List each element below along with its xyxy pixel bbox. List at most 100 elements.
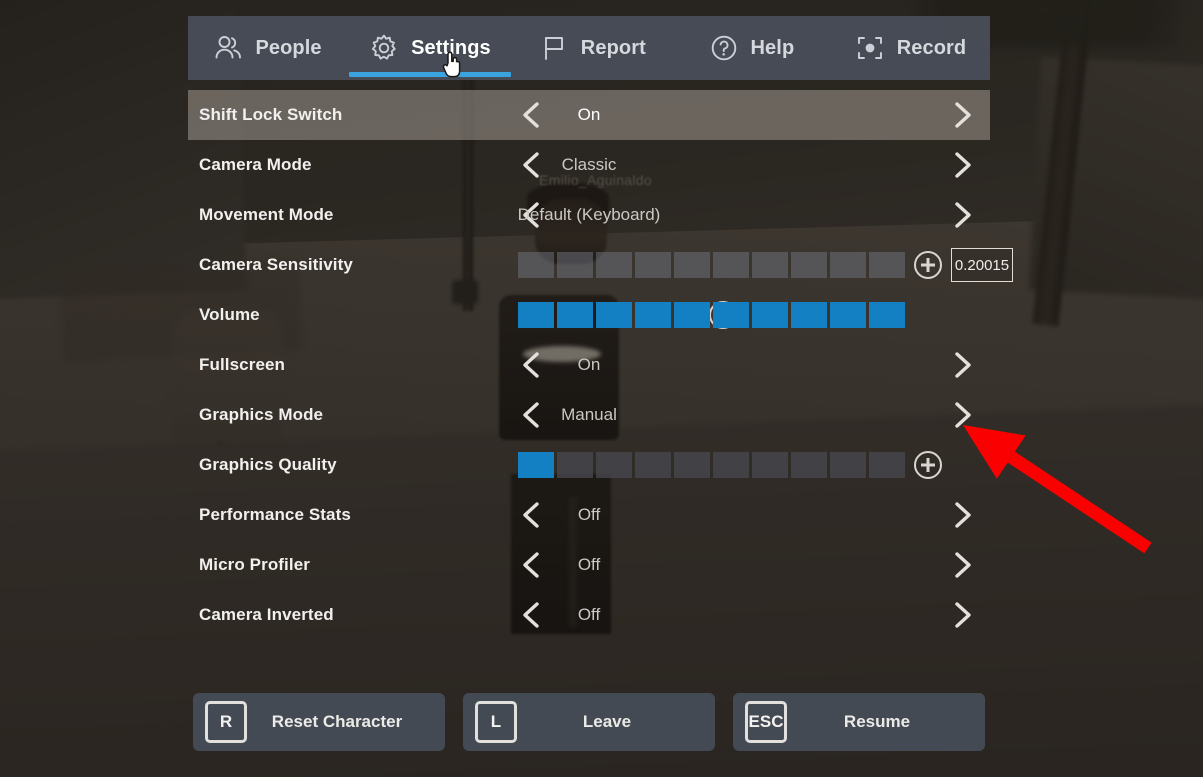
leave-label: Leave bbox=[582, 712, 632, 731]
camera-sensitivity-segment[interactable] bbox=[869, 252, 905, 278]
camera-inverted-decrease-chevron[interactable] bbox=[515, 598, 549, 632]
tab-report[interactable]: Report bbox=[513, 16, 672, 80]
settings-row-shift-lock-switch: Shift Lock Switch On bbox=[188, 90, 990, 140]
camera-sensitivity-segment[interactable] bbox=[635, 252, 671, 278]
tab-label: People bbox=[255, 36, 322, 59]
shift-lock-switch-increase-chevron[interactable] bbox=[945, 98, 979, 132]
performance-stats-increase-chevron[interactable] bbox=[945, 498, 979, 532]
camera-sensitivity-segment[interactable] bbox=[674, 252, 710, 278]
graphics-quality-segment[interactable] bbox=[830, 452, 866, 478]
graphics-quality-slider bbox=[518, 451, 942, 479]
settings-row-camera-inverted: Camera Inverted Off bbox=[188, 590, 990, 640]
tab-label: Report bbox=[580, 36, 646, 59]
volume-slider bbox=[518, 302, 905, 328]
settings-row-volume: Volume bbox=[188, 290, 990, 340]
movement-mode-decrease-chevron[interactable] bbox=[515, 198, 549, 232]
row-label: Volume bbox=[199, 305, 260, 324]
gear-icon bbox=[372, 34, 396, 60]
tab-record[interactable]: Record bbox=[831, 16, 990, 80]
volume-segment[interactable] bbox=[791, 302, 827, 328]
reset-character-button[interactable]: R Reset Character bbox=[193, 693, 445, 751]
row-label: Movement Mode bbox=[199, 205, 334, 224]
leave-keycap: L bbox=[475, 701, 517, 743]
camera-inverted-increase-chevron[interactable] bbox=[945, 598, 979, 632]
row-label: Micro Profiler bbox=[199, 555, 310, 574]
camera-sensitivity-segment[interactable] bbox=[518, 252, 554, 278]
volume-segment[interactable] bbox=[674, 302, 710, 328]
fullscreen-decrease-chevron[interactable] bbox=[515, 348, 549, 382]
row-label: Camera Mode bbox=[199, 155, 312, 174]
camera-sensitivity-segment[interactable] bbox=[752, 252, 788, 278]
in-game-menu-panel: People Settings Report Help Record Shift Loc… bbox=[188, 16, 1013, 761]
reset-character-label: Reset Character bbox=[271, 712, 403, 731]
graphics-mode-increase-chevron[interactable] bbox=[945, 398, 979, 432]
graphics-quality-segment-bar bbox=[518, 452, 905, 478]
graphics-quality-segment[interactable] bbox=[596, 452, 632, 478]
row-label: Graphics Quality bbox=[199, 455, 337, 474]
volume-segment[interactable] bbox=[752, 302, 788, 328]
settings-row-graphics-quality: Graphics Quality bbox=[188, 440, 990, 490]
settings-row-graphics-mode: Graphics Mode Manual bbox=[188, 390, 990, 440]
leave-button[interactable]: L Leave bbox=[463, 693, 715, 751]
micro-profiler-decrease-chevron[interactable] bbox=[515, 548, 549, 582]
performance-stats-decrease-chevron[interactable] bbox=[515, 498, 549, 532]
graphics-quality-segment[interactable] bbox=[674, 452, 710, 478]
graphics-quality-segment[interactable] bbox=[791, 452, 827, 478]
volume-segment[interactable] bbox=[557, 302, 593, 328]
camera-mode-increase-chevron[interactable] bbox=[945, 148, 979, 182]
camera-sensitivity-value-input[interactable]: 0.20015 bbox=[951, 248, 1013, 282]
people-icon bbox=[215, 36, 242, 59]
tab-label: Record bbox=[896, 36, 967, 59]
graphics-quality-increase-button[interactable] bbox=[914, 451, 942, 479]
graphics-quality-segment[interactable] bbox=[752, 452, 788, 478]
settings-row-micro-profiler: Micro Profiler Off bbox=[188, 540, 990, 590]
volume-segment[interactable] bbox=[596, 302, 632, 328]
record-icon bbox=[857, 37, 882, 59]
volume-segment[interactable] bbox=[518, 302, 554, 328]
graphics-quality-segment[interactable] bbox=[518, 452, 554, 478]
camera-sensitivity-segment[interactable] bbox=[830, 252, 866, 278]
volume-segment-bar bbox=[518, 302, 905, 328]
volume-segment[interactable] bbox=[869, 302, 905, 328]
reset-character-keycap: R bbox=[205, 701, 247, 743]
camera-sensitivity-segment[interactable] bbox=[713, 252, 749, 278]
volume-segment[interactable] bbox=[635, 302, 671, 328]
settings-row-movement-mode: Movement Mode Default (Keyboard) bbox=[188, 190, 990, 240]
row-label: Performance Stats bbox=[199, 505, 351, 524]
camera-sensitivity-increase-button[interactable] bbox=[914, 251, 942, 279]
action-button-bar: R Reset Character L Leave ESC Resume bbox=[188, 683, 990, 761]
movement-mode-increase-chevron[interactable] bbox=[945, 198, 979, 232]
tab-people[interactable]: People bbox=[188, 16, 347, 80]
graphics-quality-segment[interactable] bbox=[713, 452, 749, 478]
volume-segment[interactable] bbox=[713, 302, 749, 328]
camera-sensitivity-segment-bar bbox=[518, 252, 905, 278]
camera-mode-decrease-chevron[interactable] bbox=[515, 148, 549, 182]
tab-help[interactable]: Help bbox=[672, 16, 831, 80]
micro-profiler-increase-chevron[interactable] bbox=[945, 548, 979, 582]
graphics-quality-segment[interactable] bbox=[635, 452, 671, 478]
resume-label: Resume bbox=[843, 712, 911, 731]
camera-sensitivity-segment[interactable] bbox=[791, 252, 827, 278]
camera-sensitivity-slider: 0.20015 bbox=[518, 248, 1013, 282]
volume-segment[interactable] bbox=[830, 302, 866, 328]
flag-icon bbox=[544, 37, 563, 60]
camera-sensitivity-segment[interactable] bbox=[557, 252, 593, 278]
row-label: Fullscreen bbox=[199, 355, 286, 374]
shift-lock-switch-decrease-chevron[interactable] bbox=[515, 98, 549, 132]
settings-row-performance-stats: Performance Stats Off bbox=[188, 490, 990, 540]
resume-keycap: ESC bbox=[745, 701, 787, 743]
question-icon bbox=[711, 35, 736, 61]
graphics-quality-segment[interactable] bbox=[557, 452, 593, 478]
settings-row-fullscreen: Fullscreen On bbox=[188, 340, 990, 390]
fullscreen-increase-chevron[interactable] bbox=[945, 348, 979, 382]
graphics-quality-segment[interactable] bbox=[869, 452, 905, 478]
tab-settings[interactable]: Settings bbox=[347, 16, 513, 80]
menu-tab-bar: People Settings Report Help Record bbox=[188, 16, 990, 80]
tab-label: Help bbox=[750, 36, 795, 59]
resume-button[interactable]: ESC Resume bbox=[733, 693, 985, 751]
graphics-mode-decrease-chevron[interactable] bbox=[515, 398, 549, 432]
row-value: On bbox=[577, 355, 601, 374]
row-label: Shift Lock Switch bbox=[199, 105, 343, 124]
camera-sensitivity-segment[interactable] bbox=[596, 252, 632, 278]
row-label: Camera Sensitivity bbox=[199, 255, 353, 274]
